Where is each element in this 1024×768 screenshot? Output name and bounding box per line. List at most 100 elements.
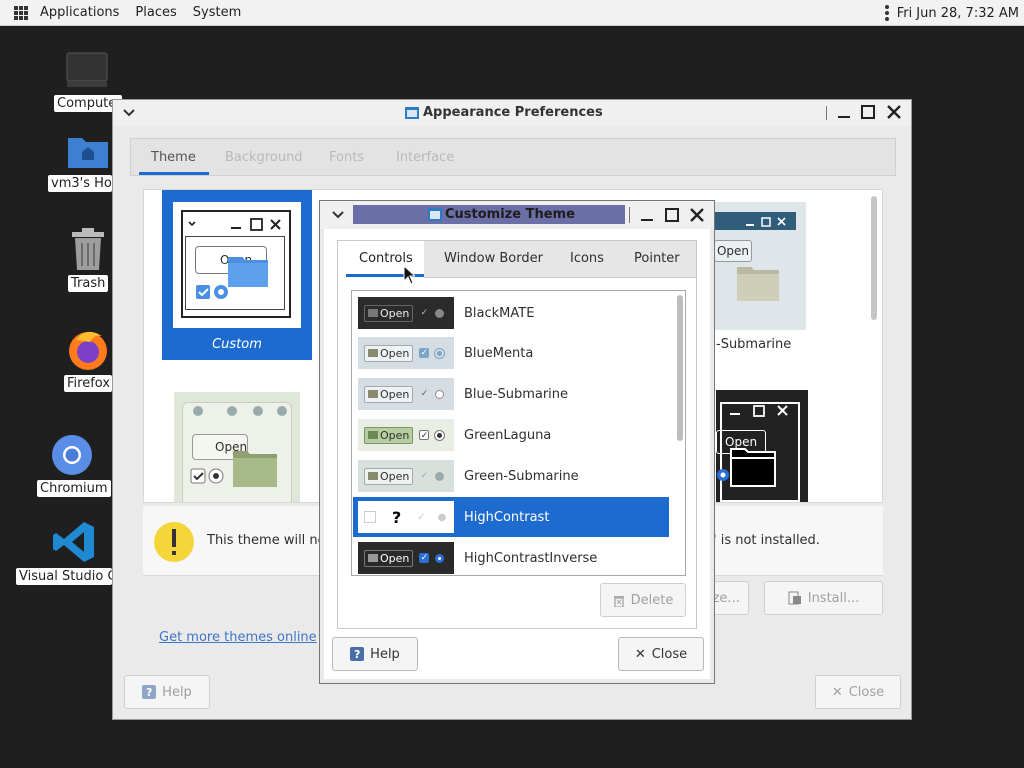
tab-controls[interactable]: Controls [359, 251, 413, 266]
dialog-help-label: Help [370, 646, 400, 662]
list-item-highcontrast[interactable]: ? ✓ ● HighContrast [353, 497, 669, 537]
tab-icons[interactable]: Icons [570, 251, 604, 266]
list-item-highcontrastinverse[interactable]: Open ✓ HighContrastInverse [353, 538, 669, 575]
highcontrast-label: HighContrast [464, 509, 550, 525]
desktop-label-chromium: Chromium [37, 480, 111, 497]
blue-submarine-preview: Open ✓ [358, 378, 454, 410]
minimize-icon[interactable] [835, 103, 853, 121]
tab-pointer[interactable]: Pointer [634, 251, 680, 266]
custom-preview-window: Open [181, 210, 291, 318]
dialog-title: Customize Theme [445, 207, 575, 222]
appearance-help-button[interactable]: ? Help [124, 675, 210, 709]
dialog-content: Controls Window Border Icons Pointer Ope… [324, 229, 710, 679]
theme-list-scrollbar[interactable] [677, 295, 683, 441]
delete-button-label: Delete [630, 592, 674, 608]
dialog-help-button[interactable]: ? Help [332, 637, 418, 671]
preview-check-radio-icon [196, 285, 228, 299]
appearance-app-icon [405, 107, 419, 119]
list-item-bluementa[interactable]: Open ✓ BlueMenta [353, 333, 669, 373]
appearance-close-label: Close [848, 684, 885, 700]
title-separator [826, 106, 827, 120]
close-icon[interactable] [885, 103, 903, 121]
get-more-themes-link[interactable]: Get more themes online [159, 630, 317, 645]
customize-theme-dialog: Customize Theme Controls Window Border I… [319, 200, 715, 684]
theme-tile-green[interactable]: Open [174, 392, 300, 502]
dialog-close-x-icon: ✕ [634, 646, 646, 662]
desktop-label-home: vm3's Home [48, 175, 112, 192]
clock[interactable]: Fri Jun 28, 7:32 AM [897, 6, 1019, 21]
green-submarine-preview: Open ✓ [358, 460, 454, 492]
bluementa-label: BlueMenta [464, 345, 534, 361]
install-button-label: Install... [807, 590, 860, 606]
window-menu-chevron-icon[interactable] [123, 108, 135, 118]
vscode-icon [53, 522, 94, 562]
theme-tile-dark[interactable]: Open [716, 390, 808, 502]
green-folder-icon [233, 451, 277, 487]
panel-overflow-icon[interactable] [884, 5, 889, 21]
blackmate-label: BlackMATE [464, 305, 535, 321]
dialog-menu-chevron-icon[interactable] [332, 210, 344, 220]
controls-panel: Open ✓ BlackMATE Open ✓ BlueMenta Open ✓… [337, 278, 697, 629]
dialog-close-button[interactable]: ✕ Close [618, 637, 704, 671]
dialog-maximize-icon[interactable] [663, 206, 681, 224]
apps-grid-icon[interactable] [14, 5, 28, 20]
top-panel: Applications Places System Fri Jun 28, 7… [0, 0, 1024, 26]
green-check-radio-icon [190, 468, 224, 484]
theme-grid-scrollbar[interactable] [871, 196, 877, 320]
missing-preview-icon: ? [392, 507, 402, 527]
greenlaguna-preview: Open ✓ [358, 419, 454, 451]
customize-button[interactable]: ize... [709, 581, 749, 615]
menu-places[interactable]: Places [127, 5, 184, 20]
green-submarine-label: Green-Submarine [464, 468, 579, 484]
theme-tile-blue-submarine[interactable]: Open [714, 202, 806, 330]
desktop-label-trash: Trash [68, 275, 109, 292]
mouse-cursor-icon [403, 265, 415, 285]
bs-folder-icon [737, 267, 779, 301]
list-item-blackmate[interactable]: Open ✓ BlackMATE [353, 293, 669, 333]
tab-window-border[interactable]: Window Border [444, 251, 543, 266]
menu-system[interactable]: System [185, 5, 249, 20]
dialog-minimize-icon[interactable] [638, 206, 656, 224]
appearance-tab-strip: Theme Background Fonts Interface [130, 138, 896, 176]
delete-button[interactable]: Delete [600, 583, 686, 617]
customize-app-icon [428, 208, 442, 221]
theme-tile-custom-label: Custom [212, 337, 262, 352]
computer-icon [66, 52, 108, 87]
firefox-icon [69, 331, 107, 370]
install-button[interactable]: Install... [764, 581, 883, 615]
theme-tile-blue-submarine-label: -Submarine [716, 337, 792, 352]
maximize-icon[interactable] [859, 103, 877, 121]
tab-interface[interactable]: Interface [396, 150, 454, 165]
bs-open-button: Open [714, 240, 752, 262]
appearance-titlebar[interactable]: Appearance Preferences [113, 100, 911, 126]
customize-titlebar[interactable]: Customize Theme [320, 201, 714, 229]
dark-folder-icon [730, 448, 776, 487]
tab-theme-underline [139, 172, 209, 175]
appearance-close-button[interactable]: ✕ Close [815, 675, 901, 709]
delete-icon [613, 595, 624, 607]
theme-tile-custom[interactable]: Open Custom [162, 190, 312, 360]
warning-text-left: This theme will not [207, 533, 331, 548]
list-item-green-submarine[interactable]: Open ✓ Green-Submarine [353, 456, 669, 496]
list-item-blue-submarine[interactable]: Open ✓ Blue-Submarine [353, 374, 669, 414]
greenlaguna-label: GreenLaguna [464, 427, 552, 443]
list-item-greenlaguna[interactable]: Open ✓ GreenLaguna [353, 415, 669, 455]
install-icon [788, 591, 801, 605]
theme-list: Open ✓ BlackMATE Open ✓ BlueMenta Open ✓… [351, 290, 686, 576]
bluementa-preview: Open ✓ [358, 337, 454, 369]
blue-folder-icon [228, 257, 268, 287]
menu-applications[interactable]: Applications [32, 5, 127, 20]
dark-preview-controls-icon [730, 405, 788, 417]
customize-tab-strip: Controls Window Border Icons Pointer [337, 240, 697, 278]
highcontrastinverse-label: HighContrastInverse [464, 550, 598, 566]
warning-text-right: ' is not installed. [713, 533, 820, 548]
tab-fonts[interactable]: Fonts [329, 150, 364, 165]
dialog-title-separator [629, 207, 630, 223]
dialog-close-icon[interactable] [688, 206, 706, 224]
tab-theme[interactable]: Theme [151, 150, 196, 165]
chromium-icon [52, 435, 92, 475]
home-folder-icon [68, 138, 108, 168]
tab-background[interactable]: Background [225, 150, 303, 165]
preview-controls-icon [188, 218, 281, 231]
highcontrast-preview: ? ✓ ● [358, 501, 454, 533]
